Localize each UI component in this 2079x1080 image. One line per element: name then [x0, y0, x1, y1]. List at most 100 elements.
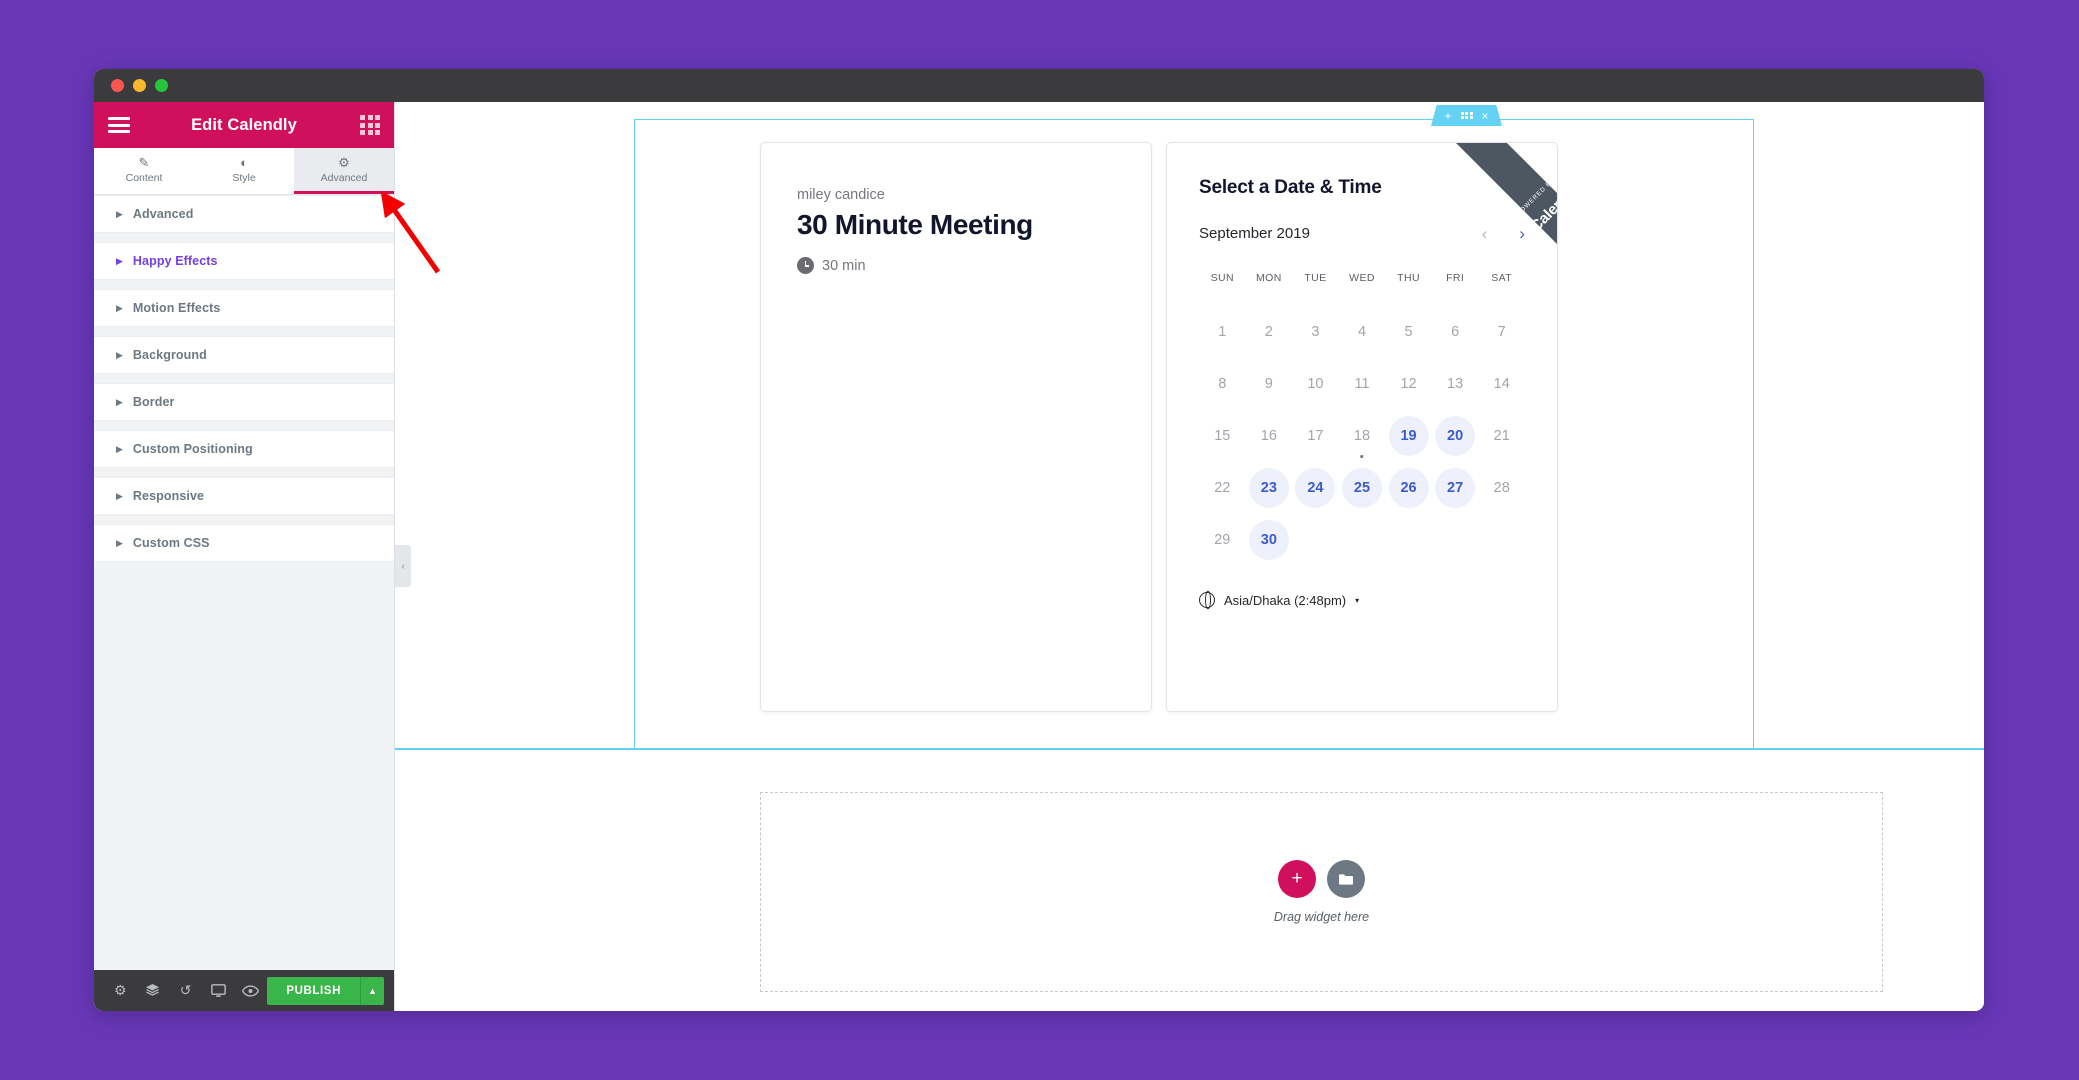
tab-content-label: Content [125, 171, 163, 184]
publish-group: PUBLISH ▲ [267, 976, 384, 1005]
dropzone-label: Drag widget here [1273, 910, 1370, 924]
day-header: FRI [1446, 272, 1465, 284]
calendar-day-cell[interactable]: 26 [1385, 462, 1432, 514]
calendar-day-cell: 3 [1292, 306, 1339, 358]
calendar-day-disabled: 22 [1214, 480, 1231, 496]
accordion-item-border[interactable]: ▶ Border [94, 383, 394, 421]
tab-style[interactable]: ◐ Style [194, 148, 294, 194]
grid-icon[interactable] [360, 115, 380, 135]
advanced-accordion: ▶ Advanced ▶ Happy Effects ▶ Motion Effe… [94, 195, 394, 970]
template-library-button[interactable] [1327, 860, 1365, 898]
next-month-button[interactable]: › [1519, 225, 1525, 242]
calendar-day-available[interactable]: 27 [1435, 468, 1476, 508]
calendar-day-available[interactable]: 19 [1388, 416, 1429, 456]
calendly-widget: miley candice 30 Minute Meeting 30 min P… [760, 142, 1558, 712]
calendar-day-disabled: 9 [1264, 376, 1273, 392]
calendar-day-available[interactable]: 24 [1295, 468, 1336, 508]
gear-icon: ⚙ [114, 982, 127, 998]
window-close-button[interactable] [111, 79, 124, 92]
panel-header: Edit Calendly [94, 102, 394, 148]
accordion-item-custom-positioning[interactable]: ▶ Custom Positioning [94, 430, 394, 468]
add-widget-button[interactable]: + [1278, 860, 1316, 898]
navigator-button[interactable] [137, 970, 170, 1011]
accordion-item-custom-css[interactable]: ▶ Custom CSS [94, 524, 394, 562]
calendar-month-row: September 2019 ‹ › [1199, 225, 1525, 242]
calendar-day-available[interactable]: 26 [1388, 468, 1429, 508]
calendar-day-cell: 7 [1478, 306, 1525, 358]
calendar-day-cell [1432, 514, 1479, 566]
widget-dropzone[interactable]: + Drag widget here [760, 792, 1883, 992]
calendar-day-cell[interactable]: 27 [1432, 462, 1479, 514]
calendar-day-disabled: 15 [1214, 428, 1231, 444]
calendar-day-cell[interactable]: 19 [1385, 410, 1432, 462]
calendar-day-cell[interactable]: 30 [1246, 514, 1293, 566]
prev-month-button[interactable]: ‹ [1482, 225, 1488, 242]
calendar-day-cell[interactable]: 23 [1246, 462, 1293, 514]
accordion-item-responsive[interactable]: ▶ Responsive [94, 477, 394, 515]
accordion-item-happy-effects[interactable]: ▶ Happy Effects [94, 242, 394, 280]
calendar-day-cell: 6 [1432, 306, 1479, 358]
accordion-item-background[interactable]: ▶ Background [94, 336, 394, 374]
calendar-day-cell: 28 [1478, 462, 1525, 514]
window-maximize-button[interactable] [155, 79, 168, 92]
calendar-day-cell: 5 [1385, 306, 1432, 358]
accordion-item-motion-effects[interactable]: ▶ Motion Effects [94, 289, 394, 327]
accordion-item-advanced[interactable]: ▶ Advanced [94, 195, 394, 233]
close-icon[interactable]: × [1482, 110, 1489, 122]
calendly-heading: Select a Date & Time [1199, 177, 1382, 198]
calendar-day-cell[interactable]: 25 [1339, 462, 1386, 514]
calendar-day-available[interactable]: 25 [1341, 468, 1382, 508]
drag-dots-icon[interactable] [1460, 111, 1473, 120]
calendar-day-cell: 15 [1199, 410, 1246, 462]
globe-icon [1199, 591, 1215, 610]
responsive-mode-button[interactable] [202, 970, 235, 1011]
calendar-day-available[interactable]: 23 [1248, 468, 1289, 508]
calendar-day-disabled: 10 [1307, 376, 1324, 392]
publish-button[interactable]: PUBLISH [267, 976, 360, 1005]
calendar-day-cell: 11 [1339, 358, 1386, 410]
calendar-day-cell [1339, 514, 1386, 566]
add-section-icon[interactable]: + [1444, 110, 1451, 122]
calendar-day-cell: 13 [1432, 358, 1479, 410]
accordion-label: Motion Effects [132, 301, 221, 315]
chevron-right-icon: ▶ [116, 349, 123, 360]
hamburger-icon[interactable] [108, 114, 130, 137]
tab-advanced[interactable]: ⚙ Advanced [294, 148, 394, 194]
calendar-day-disabled: 17 [1307, 428, 1324, 444]
settings-button[interactable]: ⚙ [104, 970, 137, 1011]
calendar-day-disabled: 21 [1493, 428, 1510, 444]
monitor-icon [210, 983, 226, 997]
calendar-day-available[interactable]: 30 [1248, 520, 1289, 560]
accordion-label: Border [132, 395, 175, 409]
calendar-day-cell: 18 [1339, 410, 1386, 462]
section-bottom-divider [395, 748, 1984, 750]
calendly-datetime-card: POWERED BY Calendly Select a Date & Time… [1166, 142, 1558, 712]
window-minimize-button[interactable] [133, 79, 146, 92]
accordion-label: Responsive [132, 489, 205, 503]
chevron-down-icon: ▾ [1355, 595, 1360, 605]
history-button[interactable]: ↺ [169, 970, 202, 1011]
dropzone-buttons: + [1278, 860, 1365, 898]
calendar-day-cell: 17 [1292, 410, 1339, 462]
accordion-label: Happy Effects [132, 254, 218, 268]
tab-content[interactable]: ✎ Content [94, 148, 194, 194]
calendar-day-cell: 8 [1199, 358, 1246, 410]
publish-options-button[interactable]: ▲ [360, 976, 384, 1005]
layers-icon [146, 983, 160, 996]
timezone-selector[interactable]: Asia/Dhaka (2:48pm) ▾ [1199, 591, 1525, 610]
calendar-nav: ‹ › [1482, 225, 1525, 242]
calendly-host-name: miley candice [797, 187, 885, 203]
calendar-day-disabled: 7 [1497, 324, 1506, 340]
calendar-day-cell[interactable]: 20 [1432, 410, 1479, 462]
calendar-day-cell[interactable]: 24 [1292, 462, 1339, 514]
calendar-day-disabled: 12 [1400, 376, 1417, 392]
accordion-label: Custom Positioning [132, 442, 253, 456]
preview-button[interactable] [235, 970, 268, 1011]
calendar-day-disabled: 28 [1493, 480, 1510, 496]
calendar-day-available[interactable]: 20 [1435, 416, 1476, 456]
history-icon: ↺ [179, 982, 192, 998]
contrast-icon: ◐ [240, 154, 248, 170]
calendar-day-disabled: 29 [1214, 532, 1231, 548]
panel-collapse-handle[interactable]: ‹ [395, 545, 411, 587]
calendly-event-card: miley candice 30 Minute Meeting 30 min [760, 142, 1152, 712]
